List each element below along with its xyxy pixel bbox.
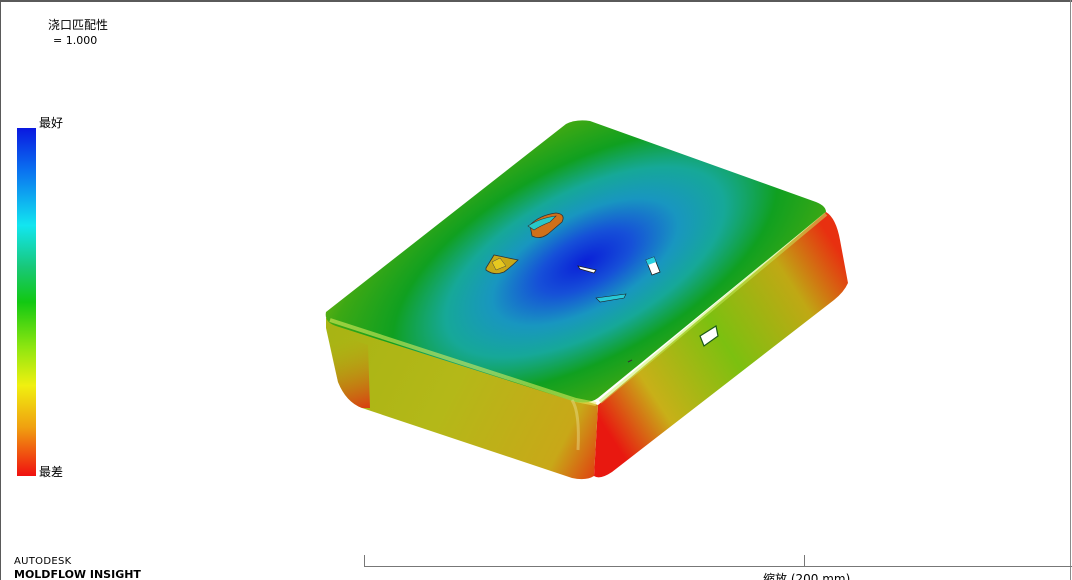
scale-bar-tick-end [804, 555, 805, 567]
brand-product: MOLDFLOW INSIGHT [14, 568, 141, 580]
brand-company: AUTODESK [14, 556, 72, 567]
scale-bar-line [364, 566, 1072, 567]
part-model-render[interactable] [0, 0, 1072, 580]
scale-bar-tick-start [364, 555, 365, 567]
model-viewport[interactable]: 浇口匹配性 = 1.000 最好 最差 缩放 (200 mm) AUTODESK… [0, 0, 1072, 580]
scale-label: 缩放 (200 mm) [763, 572, 851, 580]
